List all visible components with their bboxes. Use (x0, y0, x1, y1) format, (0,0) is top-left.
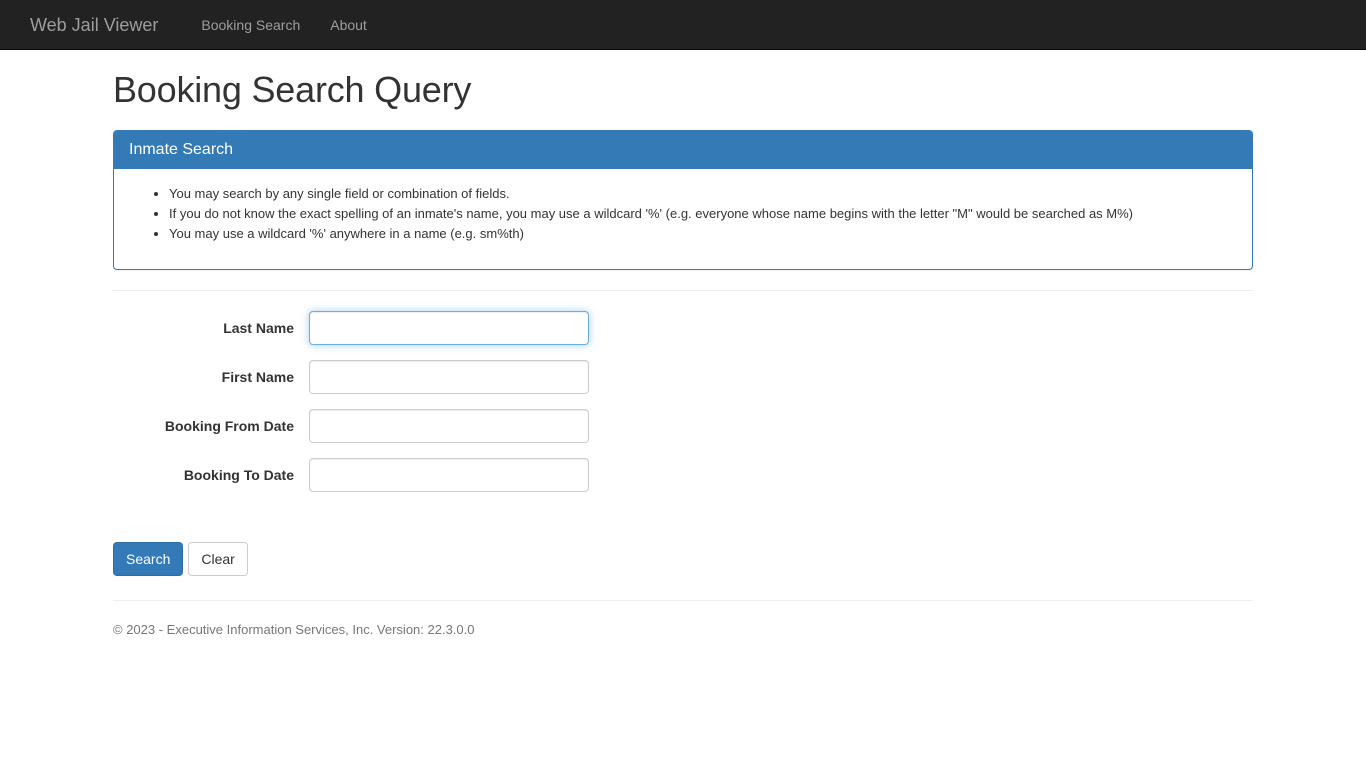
last-name-input[interactable] (309, 311, 589, 346)
nav-link-about[interactable]: About (315, 0, 382, 50)
panel-title: Inmate Search (129, 140, 234, 158)
form-actions: Search Clear (113, 542, 1253, 577)
list-item: If you do not know the exact spelling of… (169, 204, 1237, 224)
panel-heading: Inmate Search (114, 130, 1252, 170)
list-item: You may use a wildcard '%' anywhere in a… (169, 224, 1237, 244)
navbar-inner: Web Jail Viewer Booking Search About (0, 0, 1366, 50)
clear-button[interactable]: Clear (188, 542, 248, 577)
footer-copyright: © 2023 - Executive Information Services,… (113, 622, 475, 638)
field-col-last-name (309, 311, 589, 346)
panel-body: You may search by any single field or co… (114, 169, 1252, 269)
form-group-first-name: First Name (113, 360, 1253, 395)
field-col-booking-from-date (309, 409, 589, 444)
list-item: You may search by any single field or co… (169, 184, 1237, 204)
first-name-input[interactable] (309, 360, 589, 395)
label-booking-to-date: Booking To Date (183, 467, 294, 484)
booking-from-date-input[interactable] (309, 409, 589, 444)
nav-link-booking-search[interactable]: Booking Search (186, 0, 315, 50)
field-col-first-name (309, 360, 589, 395)
search-button[interactable]: Search (113, 542, 184, 577)
label-booking-from-date: Booking From Date (164, 418, 294, 435)
form-group-booking-to-date: Booking To Date (113, 458, 1253, 493)
booking-to-date-input[interactable] (309, 458, 589, 493)
label-last-name: Last Name (223, 320, 294, 337)
footer-divider (113, 600, 1253, 602)
nav-item-about[interactable]: About (315, 0, 382, 50)
navbar-brand[interactable]: Web Jail Viewer (15, 0, 173, 50)
search-help-list: You may search by any single field or co… (129, 184, 1237, 244)
navbar-nav: Booking Search About (186, 0, 381, 50)
form-group-booking-from-date: Booking From Date (113, 409, 1253, 444)
form-group-last-name: Last Name (113, 311, 1253, 346)
top-navbar: Web Jail Viewer Booking Search About (0, 0, 1366, 50)
page-title: Booking Search Query (113, 69, 472, 110)
inmate-search-panel: Inmate Search You may search by any sing… (113, 129, 1253, 271)
field-col-booking-to-date (309, 458, 589, 493)
nav-item-booking-search[interactable]: Booking Search (186, 0, 315, 50)
booking-search-form: Last Name First Name Booking From Date B… (113, 311, 1253, 577)
label-first-name: First Name (221, 369, 294, 386)
page-footer: © 2023 - Executive Information Services,… (113, 600, 1253, 640)
main-container: Booking Search Query Inmate Search You m… (98, 70, 1268, 640)
form-top-divider (113, 290, 1253, 292)
